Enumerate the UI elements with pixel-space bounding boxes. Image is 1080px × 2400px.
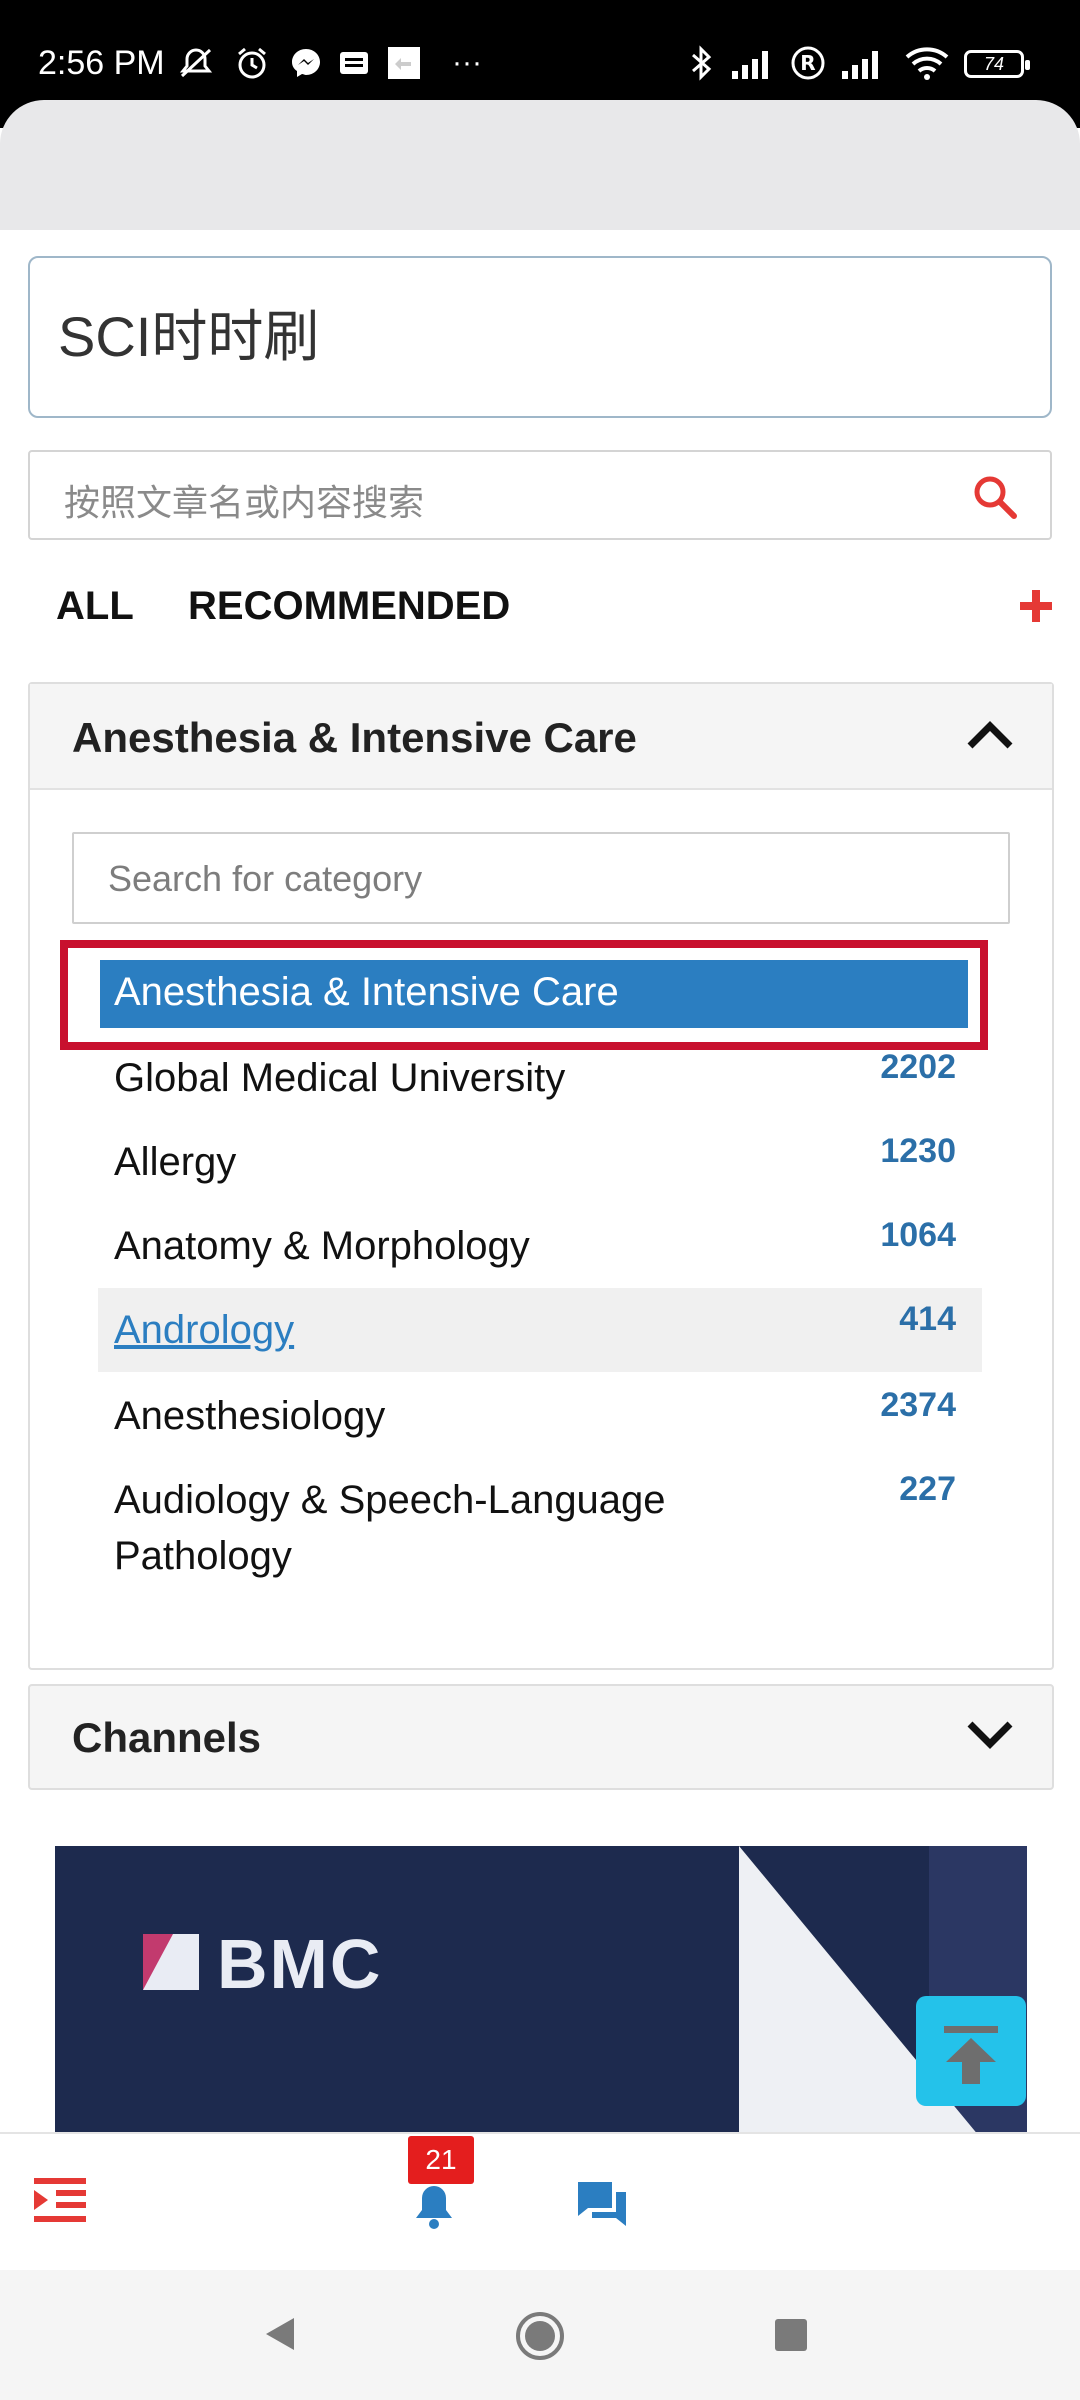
category-item-count: 1230 [880,1132,956,1170]
category-item-name: Anatomy & Morphology [114,1224,530,1268]
news-icon [336,46,372,80]
wifi-icon [902,46,952,80]
back-to-top-button[interactable] [916,1996,1026,2106]
bell-icon[interactable] [412,2182,456,2235]
category-item-name: Anesthesiology [114,1394,386,1438]
notification-badge: 21 [408,2136,474,2184]
category-item-name: Allergy [114,1140,237,1184]
chat-icon[interactable] [574,2178,630,2237]
category-item[interactable]: Anatomy & Morphology 1064 [98,1214,982,1290]
site-title-box: SCI时时刷 [28,256,1052,418]
back-icon[interactable] [262,2314,298,2359]
plus-icon[interactable] [1016,586,1056,626]
bmc-brand: BMC [217,1925,383,2003]
alarm-icon [232,46,272,80]
category-item-count: 2202 [880,1048,956,1086]
home-icon[interactable] [514,2310,566,2367]
menu-indent-icon[interactable] [34,2176,86,2231]
category-item-count: 227 [899,1470,956,1508]
category-search-input[interactable]: Search for category [72,832,1010,924]
article-search-input[interactable]: 按照文章名或内容搜索 [28,450,1052,540]
bmc-banner[interactable]: BMC [55,1846,1027,2136]
category-item-name: Audiology & Speech-Language Pathology [114,1478,666,1578]
channels-title: Channels [72,1714,262,1761]
app-notification-icon [386,46,422,80]
browser-toolbar [0,100,1080,230]
site-title: SCI时时刷 [58,305,320,368]
signal-icon [728,46,778,80]
category-item-hovered[interactable]: Andrology 414 [98,1288,982,1372]
chevron-up-icon[interactable] [966,718,1014,750]
category-item-count: 2374 [880,1386,956,1424]
category-item[interactable]: Audiology & Speech-Language Pathology 22… [98,1468,982,1598]
tab-recommended[interactable]: RECOMMENDED [188,584,510,629]
messenger-icon [286,46,326,80]
more-notifications-icon: ··· [452,46,482,79]
category-item-name: Global Medical University [114,1056,566,1100]
category-item[interactable]: Anesthesiology 2374 [98,1384,982,1460]
category-item-name[interactable]: Andrology [114,1302,294,1358]
article-search-placeholder: 按照文章名或内容搜索 [64,482,425,523]
bottom-app-bar [0,2132,1080,2272]
signal-2-icon [838,46,888,80]
category-item-count: 1064 [880,1216,956,1254]
search-icon[interactable] [970,472,1020,522]
arrow-to-top-icon [944,2026,998,2084]
bluetooth-icon [686,45,716,81]
recents-icon[interactable] [774,2318,808,2357]
battery-icon: 74 [964,50,1030,78]
category-panel-header[interactable]: Anesthesia & Intensive Care [30,684,1052,790]
tab-all[interactable]: ALL [56,584,134,629]
category-panel-title: Anesthesia & Intensive Care [72,714,637,761]
category-item[interactable]: Global Medical University 2202 [98,1046,982,1122]
channels-panel-header[interactable]: Channels [28,1684,1054,1790]
category-search-placeholder: Search for category [108,858,423,899]
category-item[interactable]: Allergy 1230 [98,1130,982,1206]
svg-text:R: R [800,51,815,75]
category-item-count: 414 [899,1300,956,1338]
selection-highlight-box [60,940,988,1050]
status-time: 2:56 PM [38,44,165,82]
mute-icon [176,46,216,80]
system-nav-bar [0,2270,1080,2400]
bmc-logo-icon [143,1934,199,1990]
roaming-icon: R [788,46,828,80]
chevron-down-icon[interactable] [966,1720,1014,1752]
